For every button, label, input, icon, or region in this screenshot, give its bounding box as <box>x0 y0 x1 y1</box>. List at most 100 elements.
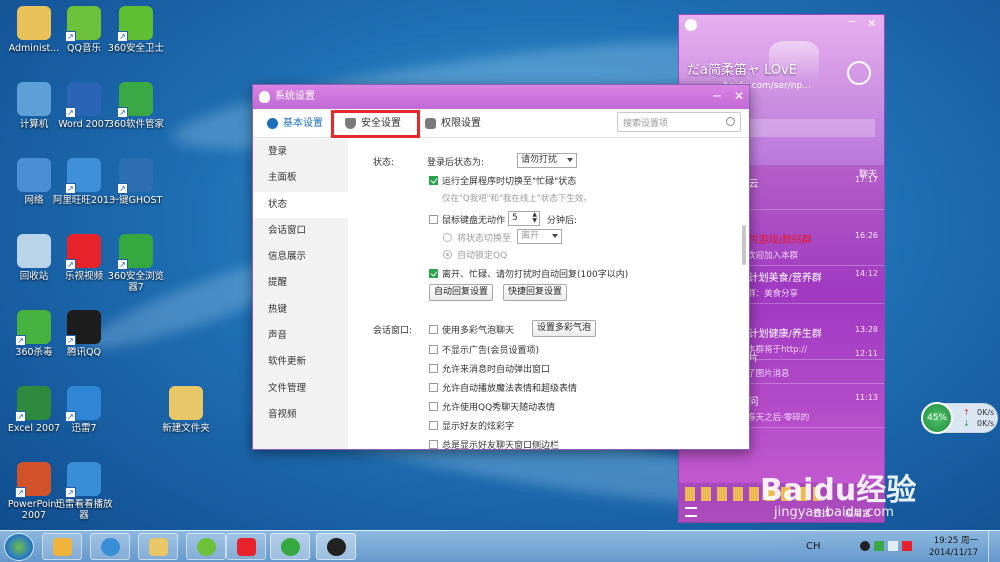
auto-reply-settings-button[interactable]: 自动回复设置 <box>429 284 494 301</box>
sidebar-item[interactable]: 会话窗口 <box>253 218 348 244</box>
content-scrollbar[interactable] <box>742 225 746 265</box>
sidebar-item[interactable]: 文件管理 <box>253 376 348 402</box>
taskbar-qq[interactable] <box>316 533 356 560</box>
chat-list-item[interactable]: ...片12:11 <box>739 349 884 364</box>
chat-list-item[interactable]: ...云17:17 <box>739 175 884 190</box>
network-speed-widget[interactable]: 45% ↑ ↓ 0K/s 0K/s <box>921 402 998 434</box>
chat-list-item[interactable]: ...问11:13 <box>739 393 884 408</box>
sidebar-item[interactable]: 声音 <box>253 323 348 349</box>
shortcut-arrow-icon: ↗ <box>65 107 76 118</box>
xunlei-player-icon: ↗ <box>65 462 101 498</box>
taskbar-clock[interactable]: 19:25 周一 2014/11/17 <box>929 535 978 559</box>
chat-separator <box>735 303 884 304</box>
desktop-icon[interactable]: ↗ 迅雷7 <box>52 386 116 434</box>
session-option-checkbox[interactable] <box>429 402 438 411</box>
sidebar-item[interactable]: 主面板 <box>253 165 348 191</box>
taskbar-ie[interactable] <box>90 533 130 560</box>
taskbar-explorer[interactable] <box>138 533 178 560</box>
settings-search-input[interactable]: 搜索设置项 <box>617 112 741 132</box>
taskbar-360-browser[interactable] <box>270 533 310 560</box>
minimize-icon[interactable]: ─ <box>709 85 725 109</box>
chat-list-item[interactable]: ...计划健康/养生群 13:28 <box>739 325 884 340</box>
qq-search-bar[interactable] <box>735 119 875 137</box>
sidebar-item[interactable]: 软件更新 <box>253 349 348 375</box>
menu-icon[interactable] <box>685 507 697 517</box>
watermark-brand: Baidu经验 <box>760 473 917 508</box>
search-placeholder: 搜索设置项 <box>623 119 669 129</box>
tray-icon-security[interactable] <box>874 541 884 551</box>
360-browser-icon <box>281 538 300 556</box>
taskbar-letv[interactable] <box>226 533 266 560</box>
close-icon[interactable]: ✕ <box>867 17 879 30</box>
show-desktop-button[interactable] <box>988 531 1000 562</box>
switch-status-select[interactable]: 离开 <box>517 229 562 244</box>
shortcut-arrow-icon: ↗ <box>65 411 76 422</box>
start-button[interactable] <box>4 533 34 561</box>
chat-list-item[interactable]: ...计划美食/营养群 14:12 <box>739 269 884 284</box>
desktop-icon[interactable]: ↗ 一键GHOST <box>104 158 168 206</box>
language-indicator[interactable]: CH <box>806 541 821 552</box>
session-option-checkbox[interactable] <box>429 440 438 449</box>
busy-switch-checkbox[interactable] <box>429 176 438 185</box>
sidebar-item[interactable]: 音视频 <box>253 402 348 428</box>
sidebar-item[interactable]: 信息展示 <box>253 244 348 270</box>
idle-unit: 分钟后: <box>547 216 578 226</box>
idle-checkbox[interactable] <box>429 215 438 224</box>
shortcut-arrow-icon: ↗ <box>65 335 76 346</box>
bubble-checkbox[interactable] <box>429 325 438 334</box>
baidu-watermark: Baidu经验 jingyan.baidu.com <box>760 465 917 520</box>
tab-permissions[interactable]: 权限设置 <box>423 109 481 138</box>
shortcut-arrow-icon: ↗ <box>117 107 128 118</box>
desktop-icon[interactable]: ↗ 迅雷看看播放器 <box>52 462 116 521</box>
desktop-icon[interactable]: 新建文件夹 <box>154 386 218 434</box>
desktop-icon[interactable]: ↗ 360软件管家 <box>104 82 168 130</box>
shortcut-arrow-icon: ↗ <box>117 259 128 270</box>
bubble-settings-button[interactable]: 设置多彩气泡 <box>532 320 597 337</box>
tab-basic[interactable]: 基本设置 <box>265 109 323 138</box>
taskbar-360-safe[interactable] <box>42 533 82 560</box>
system-settings-dialog: 系统设置 ─ ✕ 基本设置 安全设置 权限设置 搜索设置项 登录 主面板 状态 会话窗… <box>252 84 750 451</box>
search-icon[interactable] <box>726 117 735 126</box>
session-option-checkbox[interactable] <box>429 345 438 354</box>
quick-reply-settings-button[interactable]: 快捷回复设置 <box>503 284 568 301</box>
taskbar-qqmusic[interactable] <box>186 533 226 560</box>
close-icon[interactable]: ✕ <box>731 85 747 109</box>
qq-penguin-icon <box>259 91 270 103</box>
desktop-icon[interactable]: ↗ 360安全浏览器7 <box>104 234 168 293</box>
switch-status-label: 将状态切换至 <box>457 234 512 244</box>
letv-icon <box>237 538 256 556</box>
tray-icon-volume[interactable] <box>888 541 898 551</box>
settings-sidebar: 登录 主面板 状态 会话窗口 信息展示 提醒 热键 声音 软件更新 文件管理 音视频 <box>253 139 348 449</box>
watermark-url: jingyan.baidu.com <box>774 505 894 520</box>
bubble-label: 使用多彩气泡聊天 <box>442 326 515 336</box>
desktop-icon[interactable]: ↗ 腾讯QQ <box>52 310 116 358</box>
qq-icon: ↗ <box>65 310 101 346</box>
weather-icon[interactable] <box>847 61 871 85</box>
stepper-arrows-icon[interactable]: ▲ ▼ <box>532 212 537 224</box>
session-option-checkbox[interactable] <box>429 383 438 392</box>
minimize-icon[interactable]: ─ <box>849 18 859 29</box>
dialog-titlebar[interactable]: 系统设置 ─ ✕ <box>253 85 749 109</box>
switch-status-radio[interactable] <box>443 233 452 242</box>
after-login-status-select[interactable]: 请勿打扰 <box>517 153 577 168</box>
tab-permissions-label: 权限设置 <box>441 118 481 129</box>
tray-icon-network[interactable] <box>902 541 912 551</box>
auto-lock-radio[interactable] <box>443 250 452 259</box>
session-option-checkbox[interactable] <box>429 421 438 430</box>
desktop-icon[interactable]: ↗ 360安全卫士 <box>104 6 168 54</box>
tray-icon-qq[interactable] <box>860 541 870 551</box>
session-option-label: 允许来消息时自动弹出窗口 <box>442 365 551 375</box>
360-icon <box>53 538 72 556</box>
chat-list-item[interactable]: ...时游戏/数码群 16:26 <box>739 231 884 246</box>
chat-title: ...计划健康/养生群 <box>739 329 822 340</box>
sidebar-item[interactable]: 热键 <box>253 297 348 323</box>
sidebar-item[interactable]: 登录 <box>253 139 348 165</box>
qq-icon <box>327 538 346 556</box>
session-option-checkbox[interactable] <box>429 364 438 373</box>
folder-icon <box>149 538 168 556</box>
auto-reply-checkbox[interactable] <box>429 269 438 278</box>
sidebar-item[interactable]: 状态 <box>253 191 348 218</box>
shortcut-arrow-icon: ↗ <box>65 259 76 270</box>
sidebar-item[interactable]: 提醒 <box>253 270 348 296</box>
idle-minutes-stepper[interactable]: 5 ▲ ▼ <box>508 211 540 226</box>
